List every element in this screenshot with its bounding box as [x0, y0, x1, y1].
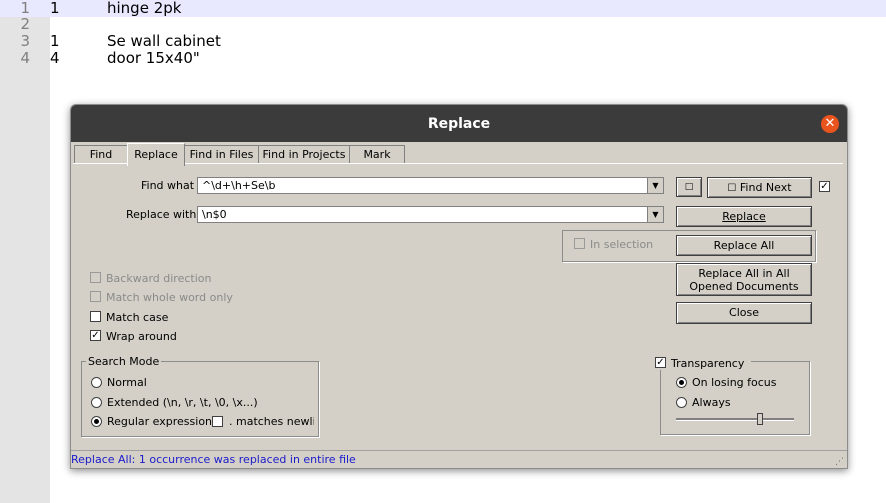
tab-mark[interactable]: Mark — [349, 145, 405, 164]
find-direction-icon: ☐ — [727, 183, 737, 194]
replace-label: Replace — [722, 210, 766, 223]
status-message: Replace All: 1 occurrence was replaced i… — [71, 453, 356, 466]
extended-radio[interactable] — [91, 397, 102, 408]
line-text-qty: 1 — [50, 32, 60, 50]
dot-matches-newline-checkbox[interactable] — [212, 416, 223, 427]
close-label: Close — [729, 306, 759, 319]
line-number: 3 — [20, 32, 30, 50]
backward-direction-checkbox[interactable] — [90, 272, 101, 283]
on-losing-focus-radio[interactable] — [676, 377, 687, 388]
tab-find-in-projects[interactable]: Find in Projects — [258, 145, 350, 164]
find-next-label: Find Next — [739, 181, 792, 194]
match-whole-word-checkbox[interactable] — [90, 291, 101, 302]
line-text-qty: 4 — [50, 49, 60, 67]
line-text-desc: hinge 2pk — [107, 0, 182, 17]
dot-matches-newline-label: . matches newline — [229, 415, 314, 428]
chevron-down-icon[interactable]: ▼ — [647, 178, 663, 193]
wrap-around-checkbox[interactable]: ✓ — [90, 330, 101, 341]
line-number: 4 — [20, 49, 30, 67]
transparency-slider-thumb[interactable] — [756, 413, 763, 425]
backward-direction-label: Backward direction — [106, 272, 212, 285]
replace-all-opened-docs-button[interactable]: Replace All in All Opened Documents — [676, 263, 812, 296]
chevron-down-icon[interactable]: ▼ — [647, 207, 663, 222]
on-losing-focus-label: On losing focus — [692, 376, 777, 389]
find-what-combo[interactable]: ^\d+\h+Se\b ▼ — [197, 177, 664, 194]
dialog-titlebar[interactable]: Replace ✕ — [71, 105, 847, 142]
editor-line[interactable]: 2 — [0, 16, 886, 33]
dialog-title: Replace — [427, 116, 491, 132]
replace-all-opened-line1: Replace All in All — [698, 267, 790, 280]
in-selection-label: In selection — [590, 238, 654, 251]
line-text-desc: Se wall cabinet — [107, 32, 221, 50]
line-number: 2 — [20, 15, 30, 33]
tab-replace[interactable]: Replace — [127, 143, 185, 166]
line-number-gutter — [0, 0, 50, 503]
find-what-value: ^\d+\h+Se\b — [202, 179, 276, 192]
find-next-option-checkbox[interactable]: ✓ — [819, 181, 830, 192]
replace-all-opened-line2: Opened Documents — [689, 280, 799, 293]
always-radio[interactable] — [676, 397, 687, 408]
transparency-label: Transparency — [671, 357, 745, 370]
swap-button[interactable]: □ — [676, 177, 702, 197]
in-selection-checkbox[interactable] — [574, 238, 585, 249]
tab-find[interactable]: Find — [74, 145, 128, 164]
wrap-around-label: Wrap around — [106, 330, 177, 343]
replace-dialog: Replace ✕ Find Replace Find in Files Fin… — [70, 104, 848, 469]
normal-radio[interactable] — [91, 377, 102, 388]
find-next-button[interactable]: ☐ Find Next — [707, 177, 812, 198]
line-text-desc: door 15x40" — [107, 49, 200, 67]
find-what-label: Find what : — [141, 179, 202, 192]
regex-label: Regular expression — [107, 415, 213, 428]
regex-radio[interactable] — [91, 416, 102, 427]
match-case-label: Match case — [106, 311, 169, 324]
replace-all-button[interactable]: Replace All — [676, 235, 812, 256]
replace-with-label: Replace with — [126, 208, 197, 221]
tab-panel-border — [73, 163, 843, 164]
resize-grip-icon[interactable]: ⋰ — [835, 457, 845, 467]
transparency-slider[interactable] — [676, 418, 794, 421]
search-mode-legend: Search Mode — [86, 355, 162, 368]
editor-line[interactable]: 4 4 door 15x40" — [0, 50, 886, 67]
editor-line[interactable]: 3 1 Se wall cabinet — [0, 33, 886, 50]
replace-with-value: \n$0 — [202, 208, 227, 221]
close-icon[interactable]: ✕ — [821, 115, 839, 133]
close-button[interactable]: Close — [676, 302, 812, 324]
extended-label: Extended (\n, \r, \t, \0, \x...) — [107, 396, 258, 409]
line-text-qty: 1 — [50, 0, 60, 17]
match-case-checkbox[interactable] — [90, 311, 101, 322]
replace-button[interactable]: Replace — [676, 206, 812, 227]
always-label: Always — [692, 396, 731, 409]
tab-find-in-files[interactable]: Find in Files — [184, 145, 259, 164]
normal-label: Normal — [107, 376, 147, 389]
transparency-checkbox[interactable]: ✓ — [655, 357, 666, 368]
status-bar: Replace All: 1 occurrence was replaced i… — [71, 450, 847, 468]
match-whole-word-label: Match whole word only — [106, 291, 233, 304]
editor-line[interactable]: 1 1 hinge 2pk — [0, 0, 886, 17]
replace-all-label: Replace All — [713, 239, 775, 252]
replace-with-combo[interactable]: \n$0 ▼ — [197, 206, 664, 223]
